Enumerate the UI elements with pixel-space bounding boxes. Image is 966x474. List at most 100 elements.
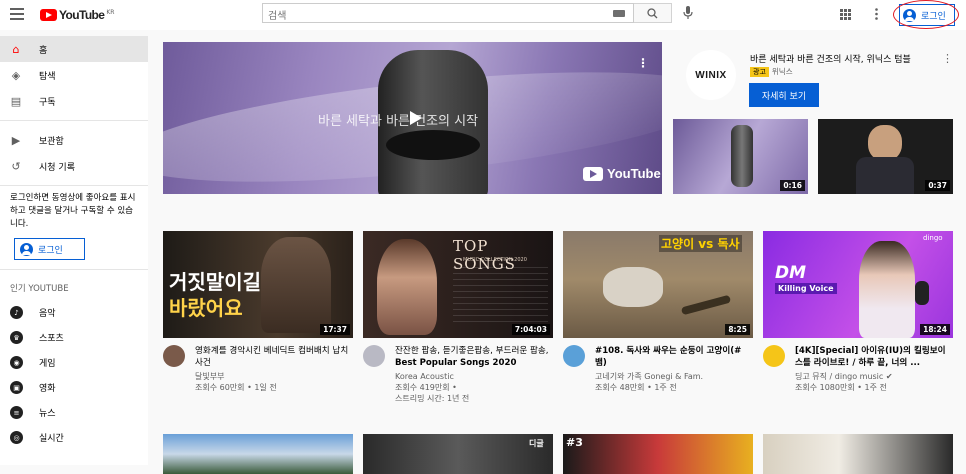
search-button[interactable] [634,3,672,23]
advertiser-name: 위닉스 [771,67,793,76]
video-thumbnail[interactable]: 디글 [363,434,553,474]
more-vertical-icon[interactable]: ⋮ [637,56,649,70]
learn-more-button[interactable]: 자세히 보기 [749,83,819,107]
gamepad-icon: ◉ [10,356,23,369]
video-thumbnail[interactable]: DM Killing Voice dingo 18:24 [763,231,953,338]
sidebar-item-home[interactable]: ⌂ 홈 [0,36,148,62]
youtube-logo[interactable]: YouTube KR [40,8,114,22]
video-card[interactable] [763,434,953,474]
sidebar-item-label: 홈 [39,45,48,56]
video-thumbnail[interactable]: #3 [563,434,753,474]
subscriptions-icon: ▤ [10,94,22,108]
video-thumbnail[interactable]: 고양이 vs 독사 8:25 [563,231,753,338]
sidebar-item-gaming[interactable]: ◉ 게임 [0,350,148,375]
thumb-subtext: Killing Voice [775,283,837,294]
video-card[interactable]: 거짓말이길 바랐어요 17:37 영화계를 경악시킨 베네딕트 컴버배치 납치 … [163,231,353,393]
video-card[interactable]: #3 [563,434,753,474]
thumb-text: 디글 [529,439,544,448]
video-info: 영화계를 경악시킨 베네딕트 컴버배치 납치 사건 달빛부부 조회수 60만회 … [163,345,353,393]
tracklist-image [453,267,548,325]
news-icon: ≡ [10,406,23,419]
sidebar-item-subscriptions[interactable]: ▤ 구독 [0,88,148,114]
microphone-icon[interactable] [683,6,693,20]
thumb-text: 거짓말이길 [169,270,261,294]
sidebar-item-music[interactable]: ♪ 음악 [0,300,148,325]
sidebar-item-history[interactable]: ↺ 시청 기록 [0,153,148,179]
video-card[interactable]: TOP SONGS MUSIC COLLECTION 2020 7:04:03 … [363,231,553,404]
sidebar-item-movies[interactable]: ▣ 영화 [0,375,148,400]
video-thumbnail[interactable] [763,434,953,474]
channel-avatar[interactable] [163,345,185,367]
title-part-bold: Best Popular Songs 2020 [395,358,517,368]
signin-note: 로그인하면 동영상에 좋아요를 표시하고 댓글을 달거나 구독할 수 있습니다. [10,193,136,229]
search-input[interactable] [263,7,603,26]
signin-label: 로그인 [921,11,946,22]
dryer-image [731,125,753,187]
ad-title[interactable]: 바른 세탁과 바른 건조의 시작, 위닉스 텀블 [750,52,911,65]
microphone-image [915,281,929,305]
video-title[interactable]: [4K][Special] 아이유(IU)의 킬링보이스를 라이브로! / 하루… [795,345,953,369]
channel-name[interactable]: 고네기와 가족 Gonegi & Fam. [595,371,753,382]
sidebar-item-live[interactable]: ◎ 실시간 [0,425,148,450]
sidebar-item-label: 보관함 [39,136,64,147]
channel-avatar[interactable] [363,345,385,367]
more-vertical-icon[interactable] [875,8,878,20]
live-icon: ◎ [10,431,23,444]
video-thumbnail[interactable]: TOP SONGS MUSIC COLLECTION 2020 7:04:03 [363,231,553,338]
channel-avatar[interactable] [563,345,585,367]
video-card[interactable]: 고양이 vs 독사 8:25 #108. 독사와 싸우는 순둥이 고양이(# 뱀… [563,231,753,393]
person-image [868,125,902,161]
play-icon[interactable] [403,107,425,129]
channel-avatar[interactable] [763,345,785,367]
watermark-text: YouTube [607,166,661,181]
logo-text: YouTube [59,8,105,22]
channel-name[interactable]: Korea Acoustic [395,371,553,382]
compass-icon: ◈ [11,68,21,82]
thumb-text: 고양이 vs 독사 [659,235,742,252]
home-icon: ⌂ [12,42,20,56]
video-info: #108. 독사와 싸우는 순둥이 고양이(# 뱀) 고네기와 가족 Goneg… [563,345,753,393]
video-thumbnail[interactable]: 거짓말이길 바랐어요 17:37 [163,231,353,338]
sidebar-item-sports[interactable]: ♛ 스포츠 [0,325,148,350]
video-stats: 스트리밍 시간: 1년 전 [395,394,470,403]
sidebar-item-explore[interactable]: ◈ 탐색 [0,62,148,88]
account-icon [20,242,33,256]
video-card[interactable]: 디글 [363,434,553,474]
divider [0,269,148,270]
divider [0,120,148,121]
video-title[interactable]: 영화계를 경악시킨 베네딕트 컴버배치 납치 사건 [195,345,353,369]
video-title[interactable]: 잔잔한 팝송, 듣기좋은팝송, 부드러운 팝송, Best Popular So… [395,345,553,369]
more-vertical-icon[interactable]: ⋮ [942,52,953,65]
music-icon: ♪ [10,306,23,319]
ad-thumbnail[interactable]: 0:16 [673,119,808,194]
person-image [859,241,915,338]
sidebar-item-news[interactable]: ≡ 뉴스 [0,400,148,425]
film-icon: ▣ [10,381,23,394]
ad-thumbnail[interactable]: 0:37 [818,119,953,194]
suit-image [856,157,914,194]
account-icon [903,8,916,22]
banner-dryer-ring [386,130,480,160]
sidebar-item-library[interactable]: ▶ 보관함 [0,127,148,153]
youtube-play-icon [583,166,603,181]
signin-button[interactable]: 로그인 [899,4,955,26]
signin-label: 로그인 [38,245,63,256]
hamburger-menu-icon[interactable] [10,8,24,20]
channel-name[interactable]: 달빛부부 [195,371,353,382]
ad-banner-video[interactable]: 바른 세탁과 바른 건조의 시작 ⋮ YouTube [163,42,662,194]
title-part: 잔잔한 팝송, 듣기좋은팝송, 부드러운 팝송, [395,346,549,356]
sidebar-signin-button[interactable]: 로그인 [14,238,85,260]
video-card[interactable]: DM Killing Voice dingo 18:24 [4K][Specia… [763,231,953,393]
video-card[interactable] [163,434,353,474]
video-duration: 18:24 [920,324,950,335]
video-thumbnail[interactable] [163,434,353,474]
video-title[interactable]: #108. 독사와 싸우는 순둥이 고양이(# 뱀) [595,345,753,369]
advertiser-logo[interactable]: WINIX [686,50,736,100]
keyboard-icon[interactable] [613,10,625,17]
video-info: 잔잔한 팝송, 듣기좋은팝송, 부드러운 팝송, Best Popular So… [363,345,553,404]
video-stats: 조회수 48만회 • 1주 전 [595,383,677,392]
video-duration: 8:25 [725,324,750,335]
sidebar-item-label: 구독 [39,97,56,108]
channel-name[interactable]: 딩고 뮤직 / dingo music ✔ [795,371,953,382]
apps-grid-icon[interactable] [840,9,851,20]
